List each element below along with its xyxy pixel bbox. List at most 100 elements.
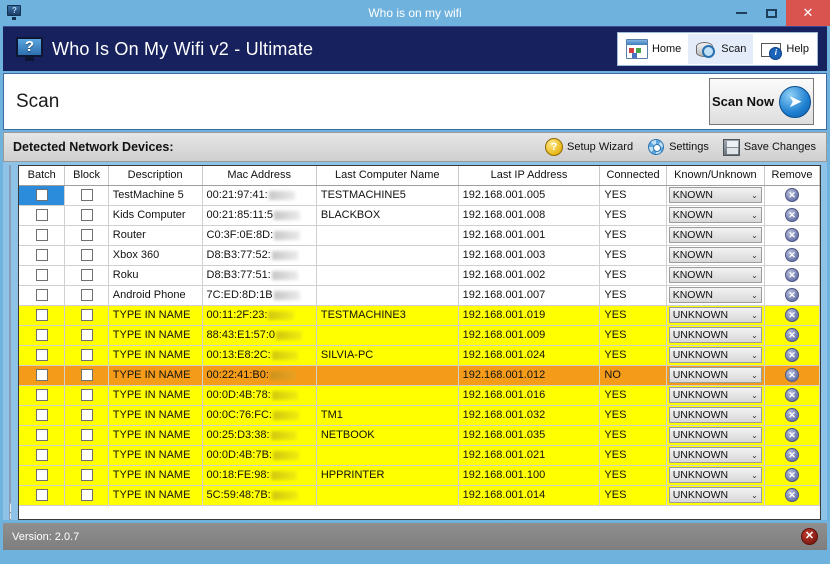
chevron-down-icon[interactable]: ⌄ (748, 211, 761, 220)
description-cell[interactable]: TYPE IN NAME (108, 405, 202, 425)
block-checkbox[interactable] (81, 209, 93, 221)
remove-cell[interactable]: ✕ (765, 465, 820, 485)
block-checkbox[interactable] (81, 469, 93, 481)
table-row[interactable]: RokuD8:B3:77:51:192.168.001.002YESKNOWN⌄… (19, 265, 819, 285)
batch-checkbox[interactable] (36, 209, 48, 221)
remove-cell[interactable]: ✕ (765, 345, 820, 365)
batch-checkbox-cell[interactable] (19, 265, 65, 285)
table-row[interactable]: TYPE IN NAME88:43:E1:57:0192.168.001.009… (19, 325, 819, 345)
known-unknown-cell[interactable]: KNOWN⌄ (666, 205, 764, 225)
block-checkbox[interactable] (81, 329, 93, 341)
block-checkbox-cell[interactable] (65, 345, 108, 365)
known-unknown-cell[interactable]: UNKNOWN⌄ (666, 425, 764, 445)
description-cell[interactable]: TYPE IN NAME (108, 305, 202, 325)
description-cell[interactable]: TestMachine 5 (108, 185, 202, 205)
batch-checkbox[interactable] (36, 289, 48, 301)
remove-icon[interactable]: ✕ (785, 248, 799, 262)
remove-icon[interactable]: ✕ (785, 488, 799, 502)
known-unknown-select[interactable]: KNOWN⌄ (669, 227, 762, 243)
block-checkbox[interactable] (81, 249, 93, 261)
block-checkbox[interactable] (81, 229, 93, 241)
known-unknown-select[interactable]: UNKNOWN⌄ (669, 487, 762, 503)
known-unknown-cell[interactable]: UNKNOWN⌄ (666, 465, 764, 485)
batch-checkbox[interactable] (36, 369, 48, 381)
batch-checkbox-cell[interactable] (19, 445, 65, 465)
remove-icon[interactable]: ✕ (785, 288, 799, 302)
close-button[interactable]: ✕ (786, 0, 830, 26)
table-row[interactable]: TYPE IN NAME00:22:41:B0:192.168.001.012N… (19, 365, 819, 385)
column-header-1[interactable]: Block (65, 166, 108, 185)
chevron-down-icon[interactable]: ⌄ (748, 291, 761, 300)
batch-checkbox[interactable] (36, 189, 48, 201)
scan-now-button[interactable]: Scan Now ➤ (709, 78, 814, 125)
settings-button[interactable]: Settings (647, 138, 709, 156)
remove-icon[interactable]: ✕ (785, 348, 799, 362)
known-unknown-select[interactable]: UNKNOWN⌄ (669, 307, 762, 323)
table-row[interactable]: Kids Computer00:21:85:11:5BLACKBOX192.16… (19, 205, 819, 225)
known-unknown-cell[interactable]: KNOWN⌄ (666, 225, 764, 245)
table-row[interactable]: TestMachine 500:21:97:41:TESTMACHINE5192… (19, 185, 819, 205)
batch-checkbox[interactable] (36, 409, 48, 421)
description-cell[interactable]: TYPE IN NAME (108, 345, 202, 365)
column-header-5[interactable]: Last IP Address (458, 166, 600, 185)
block-checkbox[interactable] (81, 409, 93, 421)
remove-cell[interactable]: ✕ (765, 325, 820, 345)
save-changes-button[interactable]: Save Changes (723, 138, 816, 156)
column-header-3[interactable]: Mac Address (202, 166, 316, 185)
chevron-down-icon[interactable]: ⌄ (748, 251, 761, 260)
block-checkbox-cell[interactable] (65, 405, 108, 425)
remove-cell[interactable]: ✕ (765, 185, 820, 205)
block-checkbox-cell[interactable] (65, 365, 108, 385)
description-cell[interactable]: Roku (108, 265, 202, 285)
table-row[interactable]: TYPE IN NAME00:0D:4B:78:192.168.001.016Y… (19, 385, 819, 405)
block-checkbox-cell[interactable] (65, 285, 108, 305)
known-unknown-select[interactable]: UNKNOWN⌄ (669, 427, 762, 443)
remove-cell[interactable]: ✕ (765, 225, 820, 245)
batch-checkbox-cell[interactable] (19, 185, 65, 205)
remove-cell[interactable]: ✕ (765, 245, 820, 265)
batch-checkbox-cell[interactable] (19, 385, 65, 405)
description-cell[interactable]: Android Phone (108, 285, 202, 305)
description-cell[interactable]: TYPE IN NAME (108, 425, 202, 445)
block-checkbox-cell[interactable] (65, 385, 108, 405)
table-row[interactable]: Android Phone7C:ED:8D:1B192.168.001.007Y… (19, 285, 819, 305)
chevron-down-icon[interactable]: ⌄ (748, 231, 761, 240)
nav-help-button[interactable]: Help (753, 34, 816, 64)
known-unknown-select[interactable]: KNOWN⌄ (669, 187, 762, 203)
known-unknown-cell[interactable]: UNKNOWN⌄ (666, 405, 764, 425)
block-checkbox[interactable] (81, 389, 93, 401)
remove-cell[interactable]: ✕ (765, 485, 820, 505)
known-unknown-select[interactable]: UNKNOWN⌄ (669, 387, 762, 403)
block-checkbox-cell[interactable] (65, 325, 108, 345)
column-header-0[interactable]: Batch (19, 166, 65, 185)
batch-checkbox-cell[interactable] (19, 245, 65, 265)
description-cell[interactable]: Router (108, 225, 202, 245)
remove-icon[interactable]: ✕ (785, 388, 799, 402)
table-row[interactable]: TYPE IN NAME5C:59:48:7B:192.168.001.014Y… (19, 485, 819, 505)
batch-checkbox[interactable] (36, 489, 48, 501)
known-unknown-cell[interactable]: KNOWN⌄ (666, 265, 764, 285)
remove-icon[interactable]: ✕ (785, 228, 799, 242)
column-header-2[interactable]: Description (108, 166, 202, 185)
remove-icon[interactable]: ✕ (785, 428, 799, 442)
block-checkbox[interactable] (81, 269, 93, 281)
known-unknown-cell[interactable]: KNOWN⌄ (666, 185, 764, 205)
table-row[interactable]: TYPE IN NAME00:25:D3:38:NETBOOK192.168.0… (19, 425, 819, 445)
remove-icon[interactable]: ✕ (785, 308, 799, 322)
block-checkbox-cell[interactable] (65, 445, 108, 465)
batch-checkbox-cell[interactable] (19, 465, 65, 485)
block-checkbox[interactable] (81, 349, 93, 361)
batch-checkbox-cell[interactable] (19, 325, 65, 345)
column-header-6[interactable]: Connected (600, 166, 666, 185)
batch-checkbox[interactable] (36, 429, 48, 441)
known-unknown-cell[interactable]: UNKNOWN⌄ (666, 305, 764, 325)
known-unknown-cell[interactable]: KNOWN⌄ (666, 245, 764, 265)
chevron-down-icon[interactable]: ⌄ (748, 311, 761, 320)
remove-cell[interactable]: ✕ (765, 425, 820, 445)
batch-checkbox[interactable] (36, 249, 48, 261)
batch-checkbox[interactable] (36, 349, 48, 361)
remove-icon[interactable]: ✕ (785, 328, 799, 342)
batch-checkbox[interactable] (36, 229, 48, 241)
block-checkbox-cell[interactable] (65, 245, 108, 265)
known-unknown-cell[interactable]: KNOWN⌄ (666, 285, 764, 305)
